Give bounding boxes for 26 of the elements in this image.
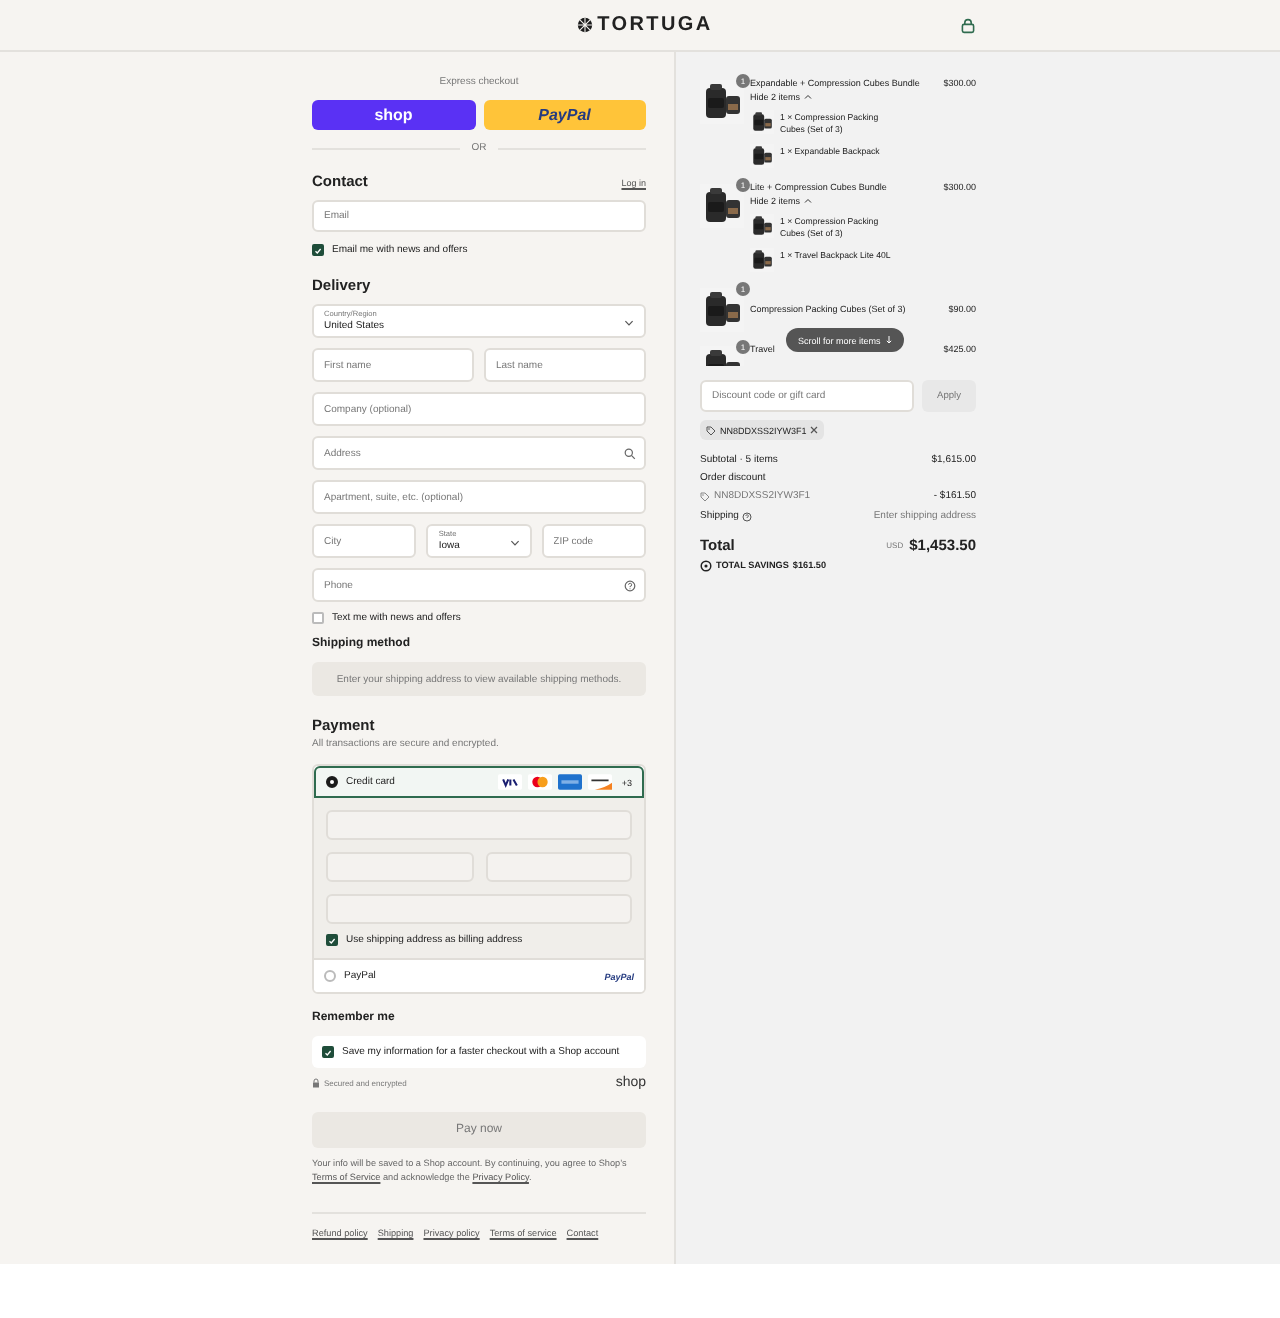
search-icon (624, 447, 636, 459)
checkbox[interactable] (326, 934, 338, 946)
shop-pay-button[interactable]: shop (312, 100, 475, 130)
caret-icon (803, 198, 812, 204)
visa-icon (497, 774, 522, 790)
help-icon[interactable] (742, 511, 753, 521)
chevron-icon (509, 540, 520, 546)
turtle-icon (575, 16, 594, 34)
discover-icon (587, 774, 612, 790)
caret-icon (803, 94, 812, 100)
tag-icon (700, 492, 710, 502)
arrow-down-icon (886, 336, 893, 344)
amex-icon (557, 774, 582, 790)
help-icon[interactable] (624, 579, 636, 591)
savings-icon (700, 560, 712, 572)
tag-icon (706, 425, 716, 435)
bag-icon[interactable] (960, 17, 976, 33)
checkbox[interactable] (312, 244, 324, 256)
close-icon[interactable] (810, 426, 819, 434)
chevron-icon (624, 320, 634, 326)
paypal-button[interactable]: PayPal (483, 100, 646, 130)
checkbox[interactable] (312, 612, 324, 624)
mastercard-icon (527, 774, 552, 790)
checkbox[interactable] (322, 1046, 334, 1058)
lock-icon (312, 1077, 320, 1087)
brand-name: TORTUGA (597, 14, 713, 36)
